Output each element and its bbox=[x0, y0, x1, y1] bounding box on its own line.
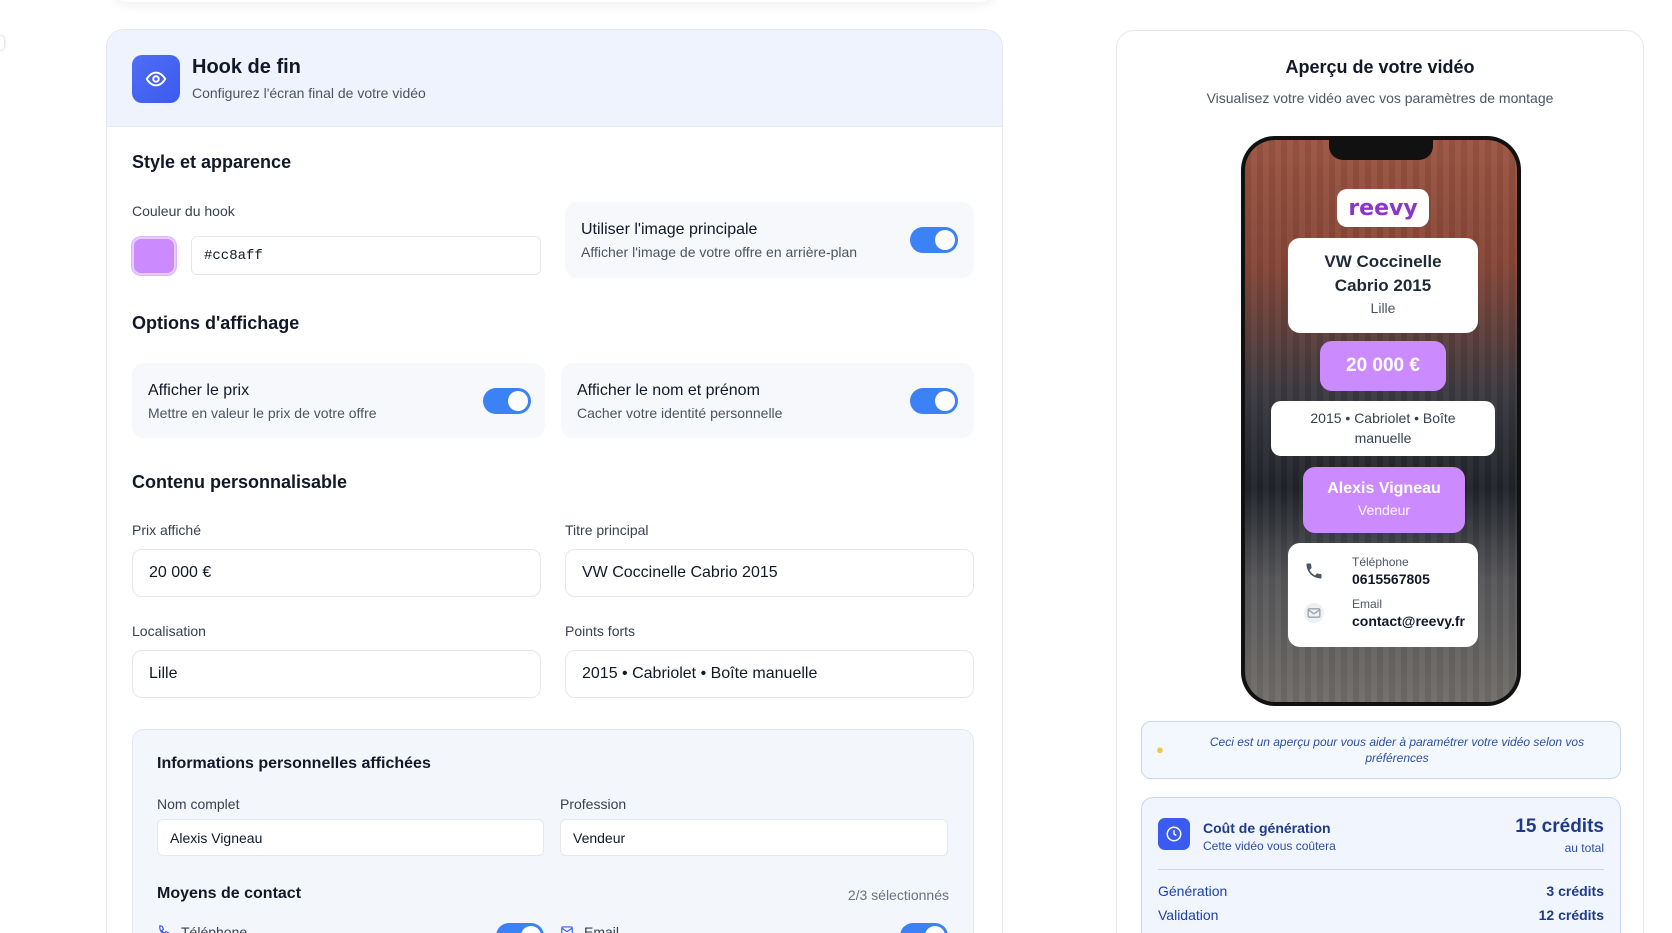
hook-settings-card: Hook de fin Configurez l'écran final de … bbox=[106, 29, 1003, 933]
price-badge: 20 000 € bbox=[1320, 341, 1446, 391]
location-label: Localisation bbox=[132, 623, 206, 639]
cost-row: Génération 3 crédits bbox=[1158, 883, 1604, 899]
contact-selected-count: 2/3 sélectionnés bbox=[847, 887, 949, 903]
contact-methods-title: Moyens de contact bbox=[157, 885, 302, 902]
phone-icon bbox=[1304, 561, 1324, 581]
contact-email-label: Email bbox=[584, 924, 620, 933]
seller-name: Alexis Vigneau bbox=[1327, 480, 1441, 497]
seller-card: Alexis Vigneau Vendeur bbox=[1303, 467, 1465, 533]
car-title: VW Coccinelle Cabrio 2015 bbox=[1324, 252, 1442, 295]
personal-info-box: Informations personnelles affichées Nom … bbox=[132, 729, 974, 933]
cost-row-value: 12 crédits bbox=[1538, 907, 1604, 923]
section-style-title: Style et apparence bbox=[132, 152, 292, 172]
color-hex-input[interactable]: #cc8aff bbox=[191, 236, 541, 275]
contact-email-toggle[interactable] bbox=[900, 923, 948, 933]
preview-title: Aperçu de votre vidéo bbox=[1285, 57, 1475, 77]
preview-email-value: contact@reevy.fr bbox=[1352, 613, 1465, 629]
color-label: Couleur du hook bbox=[132, 203, 235, 219]
generation-cost-box: Coût de génération Cette vidéo vous coût… bbox=[1141, 797, 1621, 933]
contact-phone-toggle[interactable] bbox=[496, 923, 544, 933]
cost-subtitle: Cette vidéo vous coûtera bbox=[1203, 839, 1336, 853]
phone-mockup: reevy VW Coccinelle Cabrio 2015 Lille 20… bbox=[1241, 136, 1521, 706]
video-preview-panel: Aperçu de votre vidéo Visualisez votre v… bbox=[1116, 30, 1644, 933]
cost-total-subtitle: au total bbox=[1564, 841, 1604, 855]
title-label: Titre principal bbox=[565, 522, 649, 538]
cost-total: 15 crédits bbox=[1515, 816, 1604, 837]
preview-tip: ● Ceci est un aperçu pour vous aider à p… bbox=[1141, 721, 1621, 779]
preview-phone-value: 0615567805 bbox=[1352, 571, 1430, 587]
cost-row: Validation 12 crédits bbox=[1158, 907, 1604, 923]
show-name-title: Afficher le nom et prénom bbox=[577, 382, 760, 399]
job-input[interactable]: Vendeur bbox=[560, 819, 948, 856]
personal-info-title: Informations personnelles affichées bbox=[157, 755, 431, 772]
show-name-toggle[interactable] bbox=[910, 388, 958, 414]
eye-icon bbox=[132, 55, 180, 103]
reevy-logo: reevy bbox=[1337, 189, 1429, 227]
scroll-marker bbox=[0, 36, 4, 50]
cost-row-label: Génération bbox=[1158, 883, 1228, 899]
seller-job: Vendeur bbox=[1357, 502, 1411, 518]
tip-text: Ceci est un aperçu pour vous aider à par… bbox=[1209, 735, 1585, 765]
card-header: Hook de fin Configurez l'écran final de … bbox=[107, 30, 1002, 127]
contact-phone-row: Téléphone 0615567805 bbox=[1300, 551, 1470, 591]
price-label: Prix affiché bbox=[132, 522, 201, 538]
full-name-input[interactable]: Alexis Vigneau bbox=[157, 819, 544, 856]
use-image-title: Utiliser l'image principale bbox=[581, 221, 758, 238]
contact-phone-label: Téléphone bbox=[181, 924, 248, 933]
car-location: Lille bbox=[1370, 300, 1396, 316]
use-image-toggle[interactable] bbox=[910, 227, 958, 253]
use-image-subtitle: Afficher l'image de votre offre en arriè… bbox=[581, 244, 858, 260]
mail-icon bbox=[1304, 603, 1324, 623]
preview-email-label: Email bbox=[1352, 597, 1383, 611]
preview-phone-label: Téléphone bbox=[1352, 555, 1409, 569]
card-subtitle: Configurez l'écran final de votre vidéo bbox=[192, 85, 426, 101]
car-info-card: VW Coccinelle Cabrio 2015 Lille bbox=[1288, 238, 1478, 333]
lightbulb-icon: ● bbox=[1156, 742, 1164, 757]
highlights-input[interactable]: 2015 • Cabriolet • Boîte manuelle bbox=[565, 650, 974, 698]
show-price-title: Afficher le prix bbox=[148, 382, 250, 399]
job-label: Profession bbox=[560, 796, 627, 812]
show-price-toggle[interactable] bbox=[483, 388, 531, 414]
highlights-label: Points forts bbox=[565, 623, 636, 639]
cost-title: Coût de génération bbox=[1203, 820, 1331, 836]
cost-row-label: Validation bbox=[1158, 907, 1219, 923]
clock-icon bbox=[1158, 818, 1190, 850]
use-image-option: Utiliser l'image principale Afficher l'i… bbox=[565, 202, 974, 278]
mail-icon bbox=[560, 924, 574, 933]
phone-notch bbox=[1329, 140, 1433, 160]
full-name-label: Nom complet bbox=[157, 796, 240, 812]
card-title: Hook de fin bbox=[192, 56, 301, 78]
cost-row-value: 3 crédits bbox=[1546, 883, 1604, 899]
section-display-title: Options d'affichage bbox=[132, 313, 300, 333]
cost-divider bbox=[1158, 869, 1604, 870]
location-input[interactable]: Lille bbox=[132, 650, 541, 698]
contact-email-row: Email contact@reevy.fr bbox=[1300, 593, 1470, 633]
price-input[interactable]: 20 000 € bbox=[132, 549, 541, 597]
color-swatch[interactable] bbox=[132, 237, 176, 275]
show-price-option: Afficher le prix Mettre en valeur le pri… bbox=[132, 363, 545, 438]
show-name-subtitle: Cacher votre identité personnelle bbox=[577, 405, 783, 421]
phone-screen: reevy VW Coccinelle Cabrio 2015 Lille 20… bbox=[1245, 140, 1517, 702]
title-input[interactable]: VW Coccinelle Cabrio 2015 bbox=[565, 549, 974, 597]
contact-card: Téléphone 0615567805 Email contact@reevy… bbox=[1288, 543, 1478, 647]
show-price-subtitle: Mettre en valeur le prix de votre offre bbox=[148, 405, 377, 421]
preview-subtitle: Visualisez votre vidéo avec vos paramètr… bbox=[1206, 90, 1554, 106]
previous-card-edge bbox=[112, 0, 996, 2]
phone-icon bbox=[157, 924, 171, 933]
features-card: 2015 • Cabriolet • Boîte manuelle bbox=[1271, 401, 1495, 456]
section-content-title: Contenu personnalisable bbox=[132, 472, 348, 492]
show-name-option: Afficher le nom et prénom Cacher votre i… bbox=[561, 363, 974, 438]
